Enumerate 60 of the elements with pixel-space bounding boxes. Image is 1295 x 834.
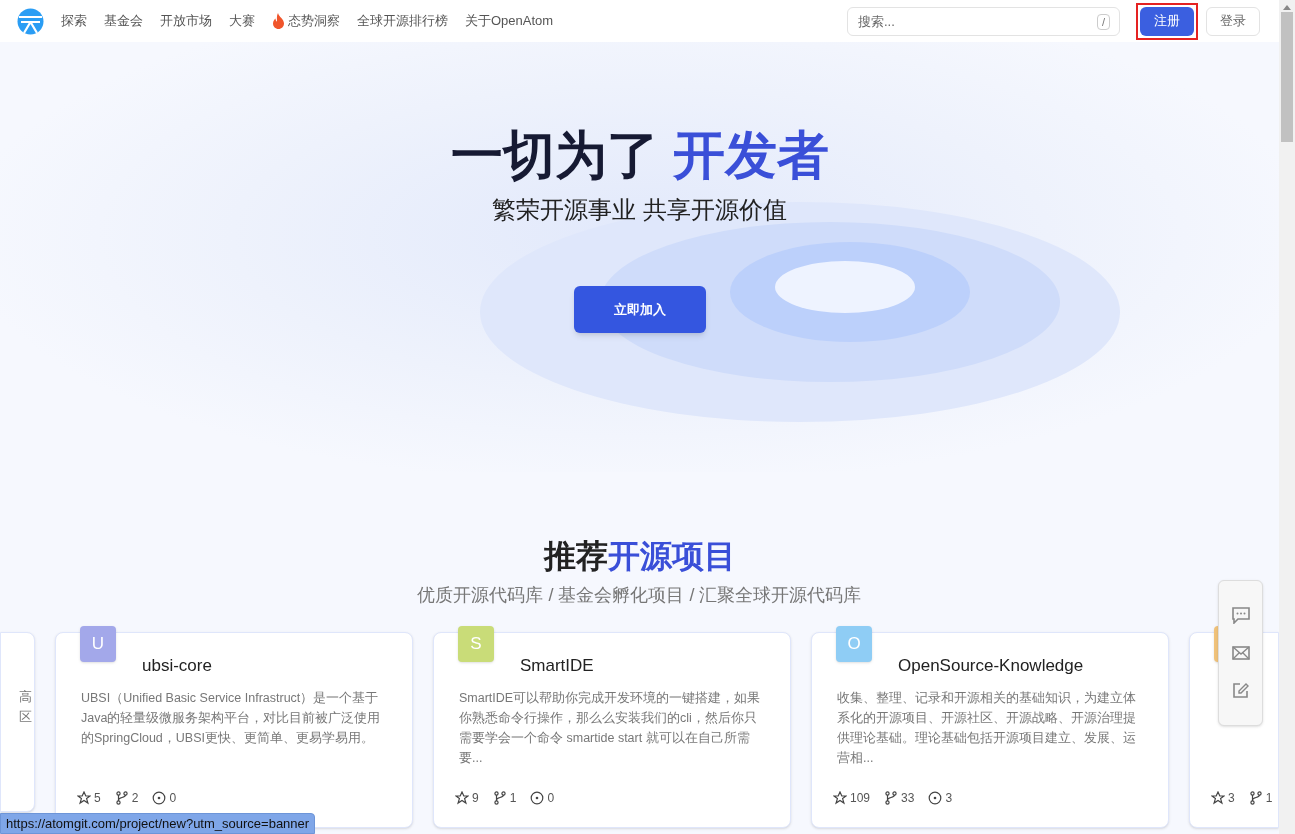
stat-count: 0 <box>169 790 177 807</box>
section-title-accent: 开源项目 <box>607 537 736 576</box>
project-card[interactable]: 高 区 <box>0 632 35 812</box>
section-title: 推荐 <box>543 537 608 576</box>
join-button[interactable]: 立即加入 <box>573 286 706 333</box>
nav-link[interactable]: 关于OpenAtom <box>465 11 554 31</box>
star-icon <box>455 791 469 805</box>
card-description: UBSI（Unified Basic Service Infrastruct）是一个基于Java的轻量级微服务架构平台，对比目前被广泛使用的SpringCloud，UBSI更快、更简单、更易学易用。 <box>81 690 382 747</box>
stat-count: 1 <box>1265 790 1273 807</box>
scrollbar-thumb[interactable] <box>1281 12 1293 142</box>
nav-link[interactable]: 态势洞察 <box>272 11 340 31</box>
card-description: 收集、整理、记录和开源相关的基础知识，为建立体系化的开源项目、开源社区、开源战略、开源治理提供理论基础。理论基础包括开源项目建立、发展、运营相... <box>837 690 1137 767</box>
issue-icon <box>530 791 545 805</box>
edit-icon[interactable] <box>1232 682 1249 699</box>
project-name[interactable]: SmartIDE <box>520 653 594 679</box>
stat-count: 1 <box>509 790 517 807</box>
fork-icon <box>492 791 507 805</box>
hero-title: 一切为了 <box>450 125 659 186</box>
shortcut-key: / <box>1096 13 1110 30</box>
card-description: 区 <box>19 708 32 726</box>
stat-count: 3 <box>945 790 953 807</box>
issue-icon <box>928 791 943 805</box>
login-button[interactable]: 登录 <box>1206 6 1260 36</box>
card-description: SmartIDE可以帮助你完成开发环境的一键搭建，如果你熟悉命令行操作，那么么安装我们的cli，然后你只需要学会一个命令 smartide start 就可以在自己所需要... <box>459 690 762 767</box>
project-avatar: S <box>458 626 494 662</box>
issue-icon <box>152 791 167 805</box>
scrollbar[interactable] <box>1279 0 1295 834</box>
project-avatar: U <box>80 626 116 662</box>
nav-link[interactable]: 全球开源排行榜 <box>357 11 448 31</box>
stat-count: 33 <box>901 790 915 807</box>
fork-icon <box>114 791 129 805</box>
flame-icon <box>272 13 285 29</box>
link-preview-tooltip: https://atomgit.com/project/new?utm_source=banner <box>0 813 316 834</box>
hero-subtitle: 繁荣开源事业 共享开源价值 <box>492 195 787 225</box>
stat-count: 3 <box>1228 790 1235 807</box>
stat-count: 0 <box>547 790 555 807</box>
stat-count: 5 <box>94 790 101 807</box>
stat-count: 9 <box>472 790 479 807</box>
nav-link[interactable]: 开放市场 <box>160 11 212 31</box>
scroll-up-arrow-icon[interactable] <box>1283 5 1291 10</box>
project-name[interactable]: ubsi-core <box>142 653 212 679</box>
fork-icon <box>884 791 899 805</box>
card-description: 高 <box>19 688 32 706</box>
section-subtitle: 优质开源代码库 / 基金会孵化项目 / 汇聚全球开源代码库 <box>417 584 862 607</box>
fork-icon <box>1248 791 1263 805</box>
star-icon <box>1211 791 1225 805</box>
nav-link[interactable]: 探索 <box>61 11 87 31</box>
logo-icon[interactable] <box>17 7 44 35</box>
star-icon <box>833 791 847 805</box>
star-icon <box>77 791 91 805</box>
nav-link[interactable]: 基金会 <box>104 11 143 31</box>
stat-count: 2 <box>131 790 139 807</box>
project-name[interactable]: OpenSource-Knowledge <box>898 653 1084 679</box>
register-button[interactable]: 注册 <box>1140 6 1194 36</box>
hero-title-accent: 开发者 <box>672 125 829 186</box>
project-avatar: O <box>836 626 872 662</box>
mail-icon[interactable] <box>1231 646 1250 660</box>
nav-link[interactable]: 大赛 <box>229 11 255 31</box>
stat-count: 109 <box>850 790 871 807</box>
chat-icon[interactable] <box>1231 607 1250 624</box>
